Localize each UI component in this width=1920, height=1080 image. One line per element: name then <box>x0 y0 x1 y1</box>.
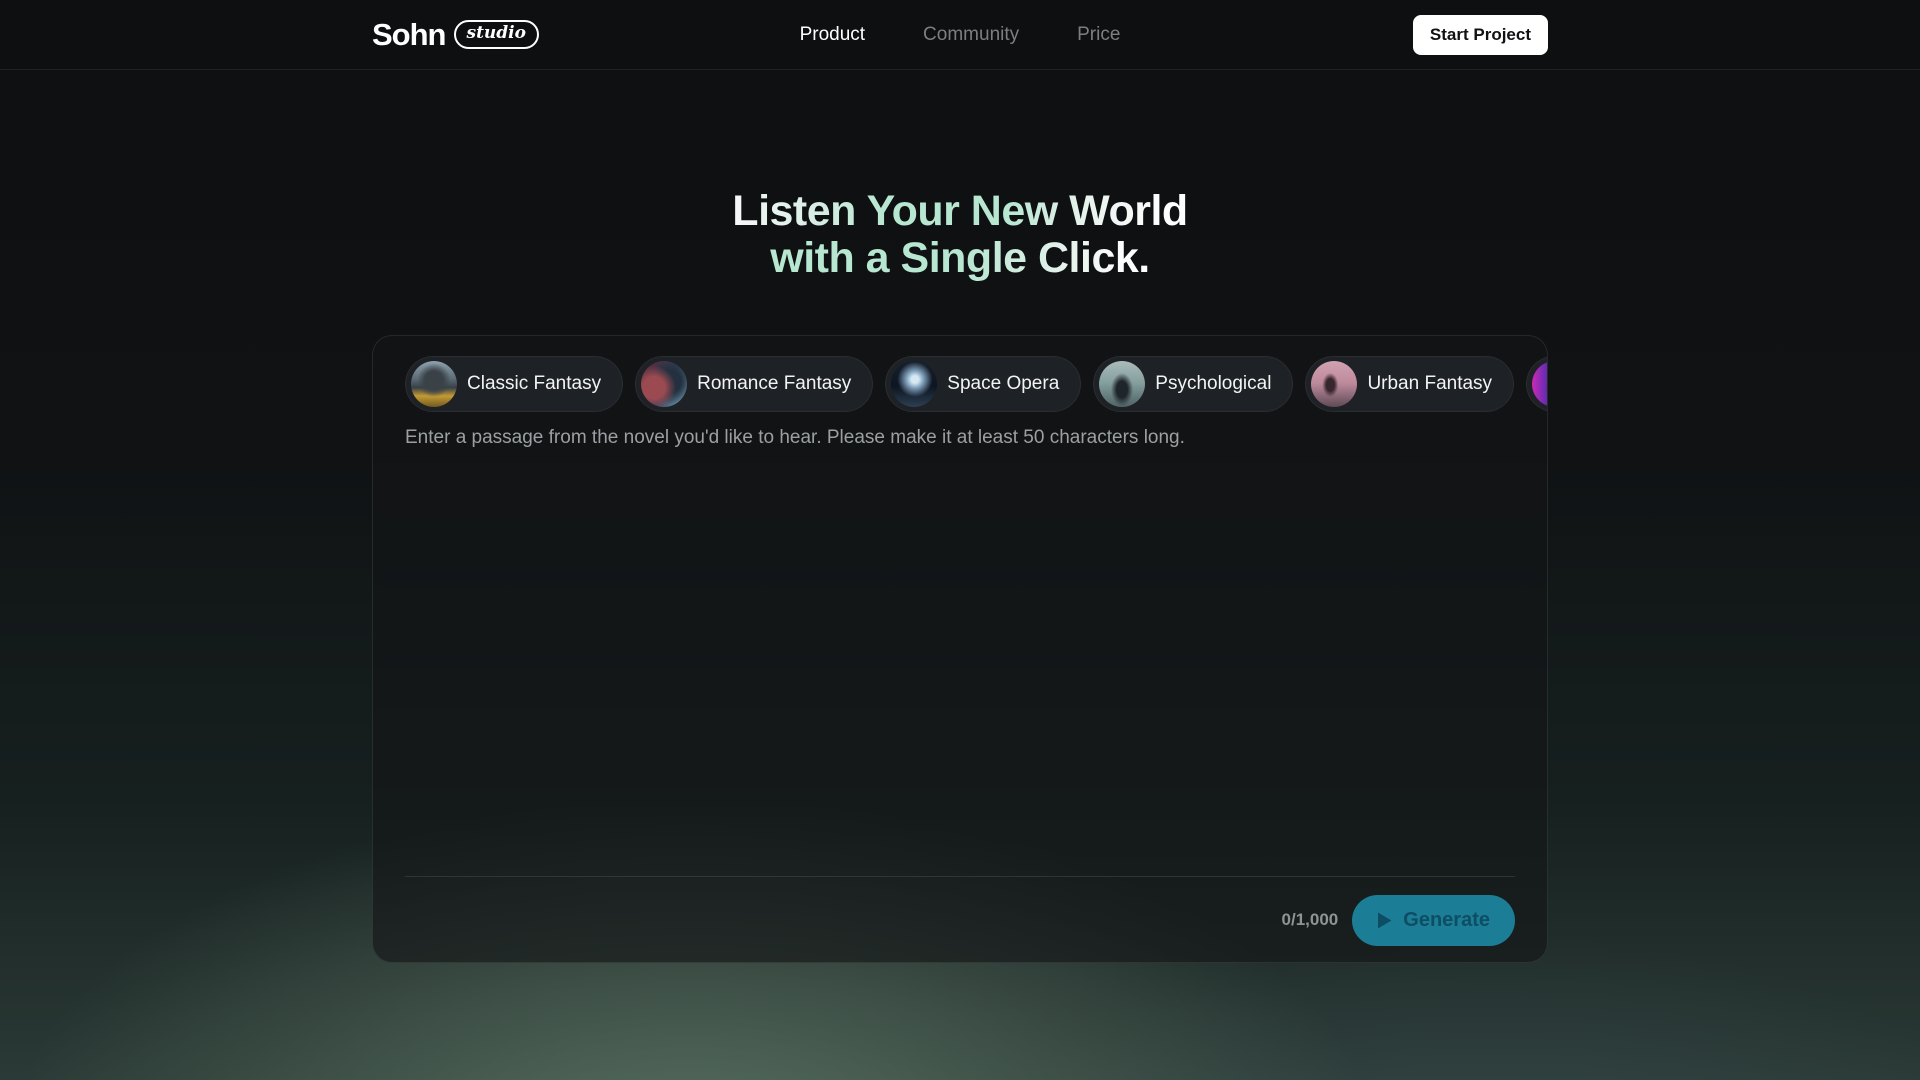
play-icon <box>1377 912 1392 929</box>
genre-chip-label: Romance Fantasy <box>697 373 851 395</box>
generate-button[interactable]: Generate <box>1352 895 1515 946</box>
hero-line-1: Listen Your New World <box>732 188 1187 235</box>
genre-chip-label: Urban Fantasy <box>1367 373 1492 395</box>
genre-chip-row: Classic Fantasy Romance Fantasy Space Op… <box>405 356 1548 412</box>
nav-item-product[interactable]: Product <box>800 24 865 46</box>
genre-chip-label: Space Opera <box>947 373 1059 395</box>
character-counter: 0/1,000 <box>1282 910 1339 930</box>
passage-input[interactable] <box>405 424 1515 876</box>
logo-wordmark: Sohn <box>372 17 446 53</box>
story-composer-card: Classic Fantasy Romance Fantasy Space Op… <box>372 335 1548 963</box>
genre-chip-space-opera[interactable]: Space Opera <box>885 356 1081 412</box>
nav-item-community[interactable]: Community <box>923 24 1019 46</box>
nav-item-price[interactable]: Price <box>1077 24 1120 46</box>
romance-fantasy-thumbnail-icon <box>641 361 687 407</box>
genre-chip-cyberpunk[interactable]: Cyberpunk <box>1526 356 1548 412</box>
psychological-thumbnail-icon <box>1099 361 1145 407</box>
genre-chip-classic-fantasy[interactable]: Classic Fantasy <box>405 356 623 412</box>
genre-chip-romance-fantasy[interactable]: Romance Fantasy <box>635 356 873 412</box>
space-opera-thumbnail-icon <box>891 361 937 407</box>
genre-chip-urban-fantasy[interactable]: Urban Fantasy <box>1305 356 1514 412</box>
genre-chip-psychological[interactable]: Psychological <box>1093 356 1293 412</box>
logo[interactable]: Sohn studio <box>372 17 539 53</box>
logo-studio-badge: studio <box>454 20 539 48</box>
start-project-button[interactable]: Start Project <box>1413 15 1548 55</box>
composer-footer: 0/1,000 Generate <box>405 877 1515 946</box>
cyberpunk-thumbnail-icon <box>1532 361 1548 407</box>
urban-fantasy-thumbnail-icon <box>1311 361 1357 407</box>
classic-fantasy-thumbnail-icon <box>411 361 457 407</box>
hero-line-2: with a Single Click. <box>770 235 1149 282</box>
main-nav: Product Community Price <box>800 0 1121 70</box>
hero-heading: Listen Your New World with a Single Clic… <box>0 188 1920 282</box>
generate-button-label: Generate <box>1403 909 1490 932</box>
genre-chip-label: Psychological <box>1155 373 1271 395</box>
top-navigation-bar: Sohn studio Product Community Price Star… <box>0 0 1920 70</box>
genre-chip-label: Classic Fantasy <box>467 373 601 395</box>
